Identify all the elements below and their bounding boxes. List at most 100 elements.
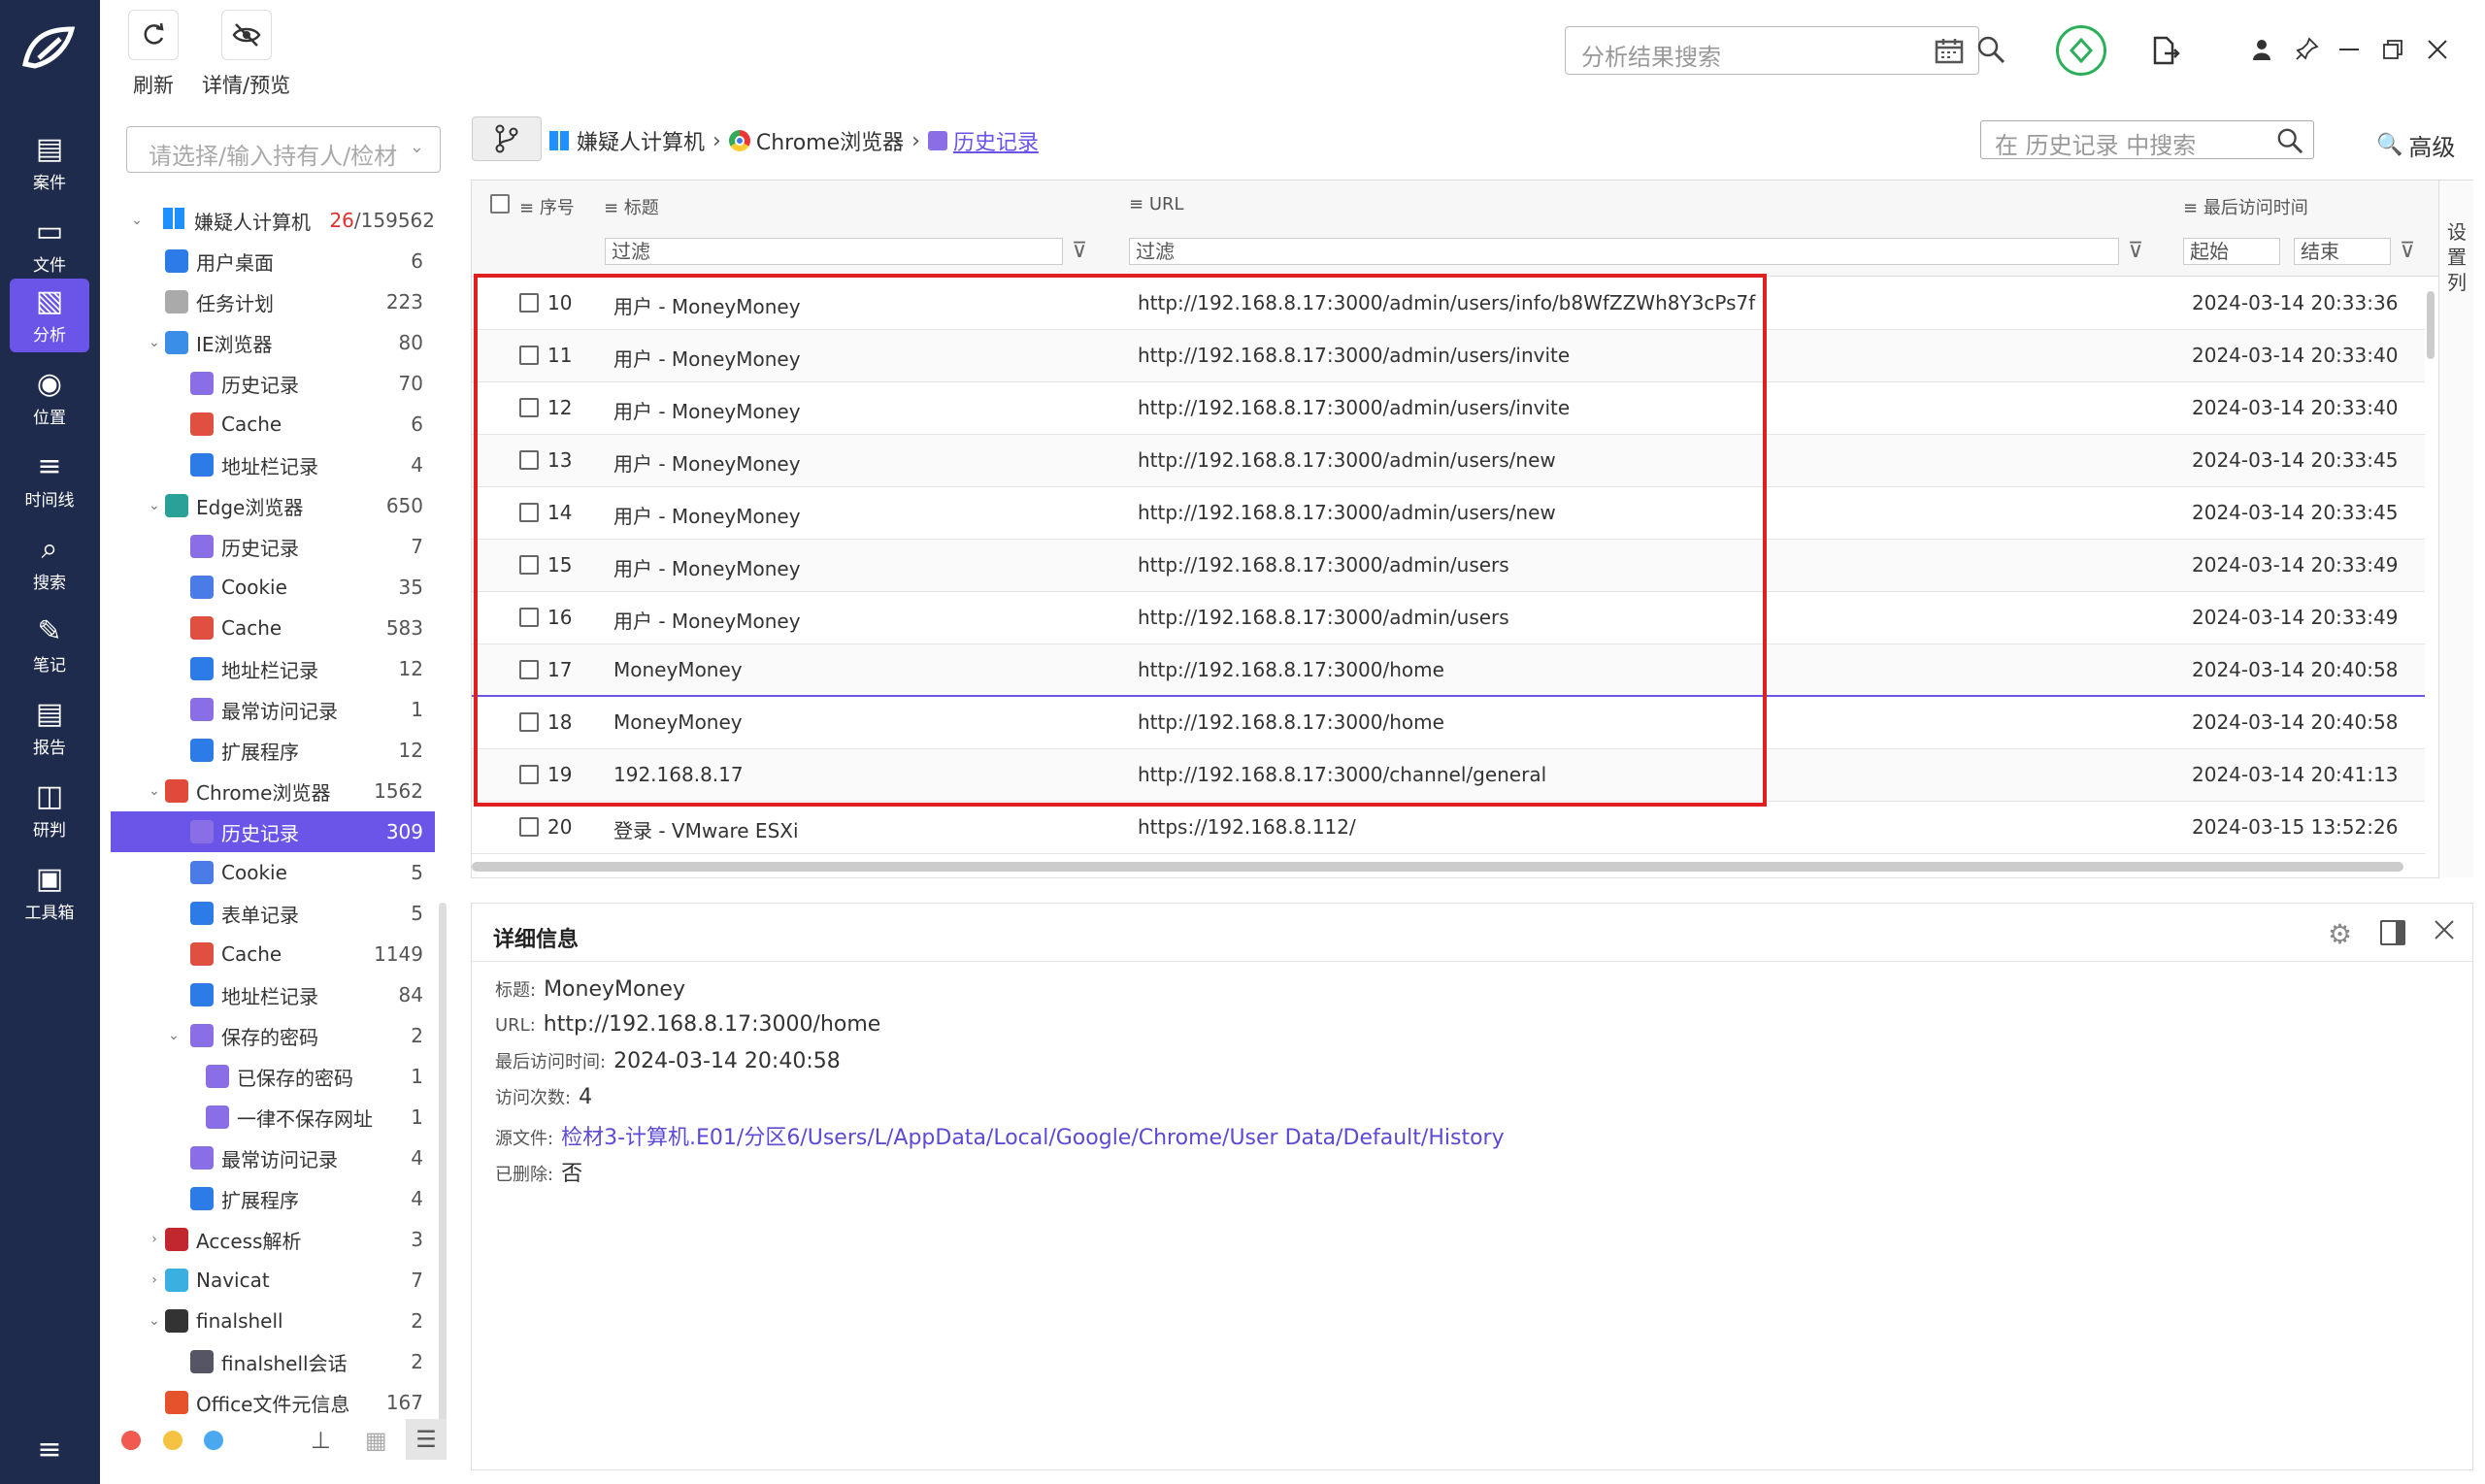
gear-icon[interactable]: ⚙ xyxy=(2328,918,2352,950)
breadcrumb-computer[interactable]: 嫌疑人计算机 xyxy=(577,125,705,156)
tree-item[interactable]: 已保存的密码 1 xyxy=(111,1056,435,1097)
tree-item[interactable]: 扩展程序 12 xyxy=(111,730,435,771)
col-seq-header[interactable]: ≡ 序号 xyxy=(519,194,575,219)
breadcrumb-history[interactable]: 历史记录 xyxy=(953,125,1039,156)
rail-item-case[interactable]: ▤ 案件 xyxy=(10,126,89,200)
tree-item-count: 6 xyxy=(411,249,423,273)
restore-icon[interactable] xyxy=(2382,39,2403,64)
tree-item[interactable]: ⌄ 保存的密码 2 xyxy=(111,1015,435,1056)
list-view-icon[interactable]: ☰ xyxy=(406,1419,447,1460)
close-icon[interactable] xyxy=(2427,39,2448,64)
rail-item-analysis[interactable]: ▧ 分析 xyxy=(10,279,89,352)
funnel-icon[interactable]: ⊽ xyxy=(1072,239,1087,263)
collapse-all-icon[interactable]: ⊥ xyxy=(311,1427,331,1454)
tree-item[interactable]: 一律不保存网址 1 xyxy=(111,1097,435,1138)
tree-item[interactable]: 任务计划 223 xyxy=(111,281,435,322)
tree-item[interactable]: › Navicat 7 xyxy=(111,1260,435,1301)
tree-item[interactable]: Cache 1149 xyxy=(111,934,435,974)
column-settings-tab[interactable]: 设置列 xyxy=(2438,181,2473,877)
horizontal-scrollbar[interactable] xyxy=(472,862,2403,872)
branch-button[interactable] xyxy=(472,116,542,161)
rail-item-search[interactable]: ⌕ 搜索 xyxy=(10,526,89,600)
tree-item[interactable]: 地址栏记录 12 xyxy=(111,648,435,689)
vertical-scrollbar[interactable] xyxy=(2427,291,2435,359)
rail-item-file[interactable]: ▭ 文件 xyxy=(10,209,89,282)
chevron-right-icon[interactable]: › xyxy=(146,1231,163,1248)
panel-layout-icon[interactable] xyxy=(2380,920,2405,945)
rail-item-report[interactable]: ▤ 报告 xyxy=(10,691,89,765)
col-title-header[interactable]: ≡ 标题 xyxy=(604,194,659,219)
tree-item[interactable]: 最常访问记录 4 xyxy=(111,1138,435,1178)
tree-item[interactable]: ⌄ finalshell 2 xyxy=(111,1301,435,1341)
tree-item[interactable]: ⌄ IE浏览器 80 xyxy=(111,322,435,363)
tree-item[interactable]: 历史记录 70 xyxy=(111,363,435,404)
chevron-right-icon[interactable]: › xyxy=(146,1271,163,1289)
tree-item[interactable]: Office文件元信息 167 xyxy=(111,1382,435,1423)
grid-search-input[interactable]: 在 历史记录 中搜索 xyxy=(1980,120,2314,159)
tree-item[interactable]: › Access解析 3 xyxy=(111,1219,435,1260)
chevron-down-icon[interactable]: ⌄ xyxy=(146,334,163,351)
title-filter-input[interactable]: 过滤 xyxy=(605,238,1063,265)
tree-item[interactable]: ⌄ Edge浏览器 650 xyxy=(111,485,435,526)
tree-item[interactable]: 扩展程序 4 xyxy=(111,1178,435,1219)
tree-item[interactable]: Cookie 35 xyxy=(111,567,435,608)
minimize-icon[interactable] xyxy=(2339,49,2359,50)
tree-item-label: 地址栏记录 xyxy=(221,984,318,1008)
tree-item[interactable]: Cache 583 xyxy=(111,608,435,648)
detail-visits-value: 4 xyxy=(579,1085,593,1109)
select-all-checkbox[interactable] xyxy=(490,194,510,214)
holder-select-input[interactable]: 请选择/输入持有人/检材 ⌄ xyxy=(126,126,441,173)
report-icon: ▤ xyxy=(35,696,64,731)
tree-item[interactable]: Cache 6 xyxy=(111,404,435,445)
tree-item[interactable]: 地址栏记录 4 xyxy=(111,445,435,485)
tree-item-label: 最常访问记录 xyxy=(221,1147,338,1171)
tree-item[interactable]: 最常访问记录 1 xyxy=(111,689,435,730)
chevron-down-icon[interactable]: ⌄ xyxy=(146,782,163,800)
rail-item-location[interactable]: ◉ 位置 xyxy=(10,361,89,435)
tree-item[interactable]: 历史记录 309 xyxy=(111,811,435,852)
detail-source-link[interactable]: 检材3-计算机.E01/分区6/Users/L/AppData/Local/Go… xyxy=(561,1126,1505,1150)
tree-scrollbar[interactable] xyxy=(439,903,447,1427)
tree-item[interactable]: 历史记录 7 xyxy=(111,526,435,567)
rail-item-judge[interactable]: ◫ 研判 xyxy=(10,774,89,847)
breadcrumb-chrome[interactable]: Chrome浏览器 xyxy=(756,125,904,156)
funnel-icon[interactable]: ⊽ xyxy=(2128,239,2143,263)
calendar-icon[interactable] xyxy=(1935,37,1964,68)
tree-item[interactable]: 用户桌面 6 xyxy=(111,241,435,281)
judge-icon: ◫ xyxy=(35,778,64,813)
tree-item[interactable]: 地址栏记录 84 xyxy=(111,974,435,1015)
preview-toggle-button[interactable]: 详情/预览 xyxy=(202,10,290,99)
analysis-search-input[interactable]: 分析结果搜索 xyxy=(1565,26,1979,75)
tree-item[interactable]: finalshell会话 2 xyxy=(111,1341,435,1382)
close-detail-icon[interactable] xyxy=(2433,918,2456,945)
url-filter-input[interactable]: 过滤 xyxy=(1129,238,2119,265)
col-url-header[interactable]: ≡ URL xyxy=(1129,194,1184,214)
export-icon[interactable] xyxy=(2149,35,2180,70)
refresh-button[interactable]: 刷新 xyxy=(128,10,179,99)
rail-item-timeline[interactable]: ≡ 时间线 xyxy=(10,444,89,517)
end-date-filter[interactable]: 结束 xyxy=(2294,238,2391,265)
pin-icon[interactable] xyxy=(2296,37,2319,64)
start-date-filter[interactable]: 起始 xyxy=(2183,238,2280,265)
funnel-icon[interactable]: ⊽ xyxy=(2400,239,2415,263)
rail-item-toolbox[interactable]: ▣ 工具箱 xyxy=(10,856,89,930)
tree-root-computer[interactable]: ⌄ 嫌疑人计算机 26/159562 xyxy=(111,200,435,241)
menu-icon[interactable]: ≡ xyxy=(10,1412,89,1484)
col-time-header[interactable]: ≡ 最后访问时间 xyxy=(2183,194,2308,219)
advanced-search-button[interactable]: 🔍 高级 xyxy=(2376,128,2455,162)
tree-item[interactable]: ⌄ Chrome浏览器 1562 xyxy=(111,771,435,811)
tree-item-count: 4 xyxy=(411,1187,423,1210)
chevron-down-icon[interactable]: ⌄ xyxy=(146,1312,163,1330)
search-icon[interactable] xyxy=(1976,35,2005,68)
tree-item[interactable]: Cookie 5 xyxy=(111,852,435,893)
grid-view-icon[interactable]: ▦ xyxy=(365,1427,387,1454)
search-icon[interactable] xyxy=(2276,127,2303,154)
shield-status-icon[interactable] xyxy=(2056,25,2106,76)
chevron-down-icon[interactable]: ⌄ xyxy=(165,1027,182,1044)
detail-title-value: MoneyMoney xyxy=(544,977,685,1002)
chevron-down-icon[interactable]: ⌄ xyxy=(146,497,163,514)
tree-item-icon xyxy=(190,942,214,966)
rail-item-note[interactable]: ✎ 笔记 xyxy=(10,609,89,682)
user-icon[interactable] xyxy=(2252,39,2271,64)
tree-item[interactable]: 表单记录 5 xyxy=(111,893,435,934)
